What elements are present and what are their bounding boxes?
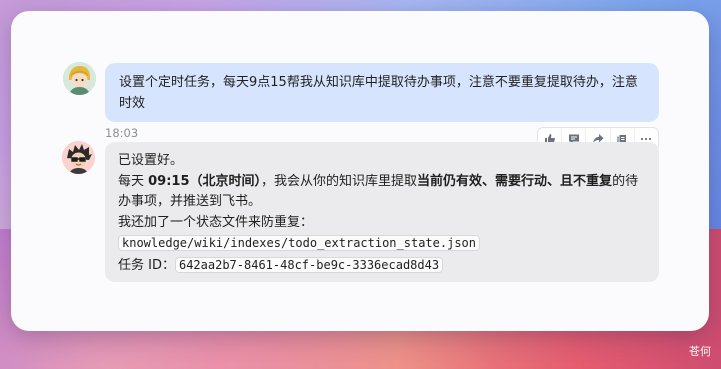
bot-line-confirm: 已设置好。 bbox=[118, 153, 184, 168]
schedule-prefix: 每天 bbox=[118, 173, 149, 189]
schedule-criteria: 当前仍有效、需要行动、且不重复 bbox=[417, 173, 613, 189]
user-message-text: 设置个定时任务，每天9点15帮我从知识库中提取待办事项，注意不要重复提取待办，注… bbox=[119, 75, 638, 111]
bot-avatar[interactable] bbox=[62, 141, 95, 174]
watermark: 苍何 bbox=[689, 345, 711, 358]
state-file-path[interactable]: knowledge/wiki/indexes/todo_extraction_s… bbox=[118, 235, 481, 251]
schedule-time: 09:15（北京时间） bbox=[148, 173, 262, 189]
bot-line-schedule: 每天 09:15（北京时间），我会从你的知识库里提取当前仍有效、需要行动、且不重… bbox=[118, 172, 646, 213]
task-id-label: 任务 ID： bbox=[118, 257, 175, 273]
bot-line-task-id: 任务 ID： 642aa2b7-8461-48cf-be9c-3336ecad8d… bbox=[118, 255, 646, 277]
schedule-middle: ，我会从你的知识库里提取 bbox=[261, 173, 418, 189]
bot-line-path: knowledge/wiki/indexes/todo_extraction_s… bbox=[118, 233, 646, 255]
message-timestamp: 18:03 bbox=[105, 126, 139, 140]
user-avatar[interactable] bbox=[63, 62, 96, 95]
task-id-value[interactable]: 642aa2b7-8461-48cf-be9c-3336ecad8d43 bbox=[174, 256, 444, 273]
user-message-bubble: 设置个定时任务，每天9点15帮我从知识库中提取待办事项，注意不要重复提取待办，注… bbox=[105, 63, 659, 122]
bot-message-bubble: 已设置好。 每天 09:15（北京时间），我会从你的知识库里提取当前仍有效、需要… bbox=[105, 142, 659, 282]
bot-line-state: 我还加了一个状态文件来防重复： bbox=[118, 214, 314, 230]
